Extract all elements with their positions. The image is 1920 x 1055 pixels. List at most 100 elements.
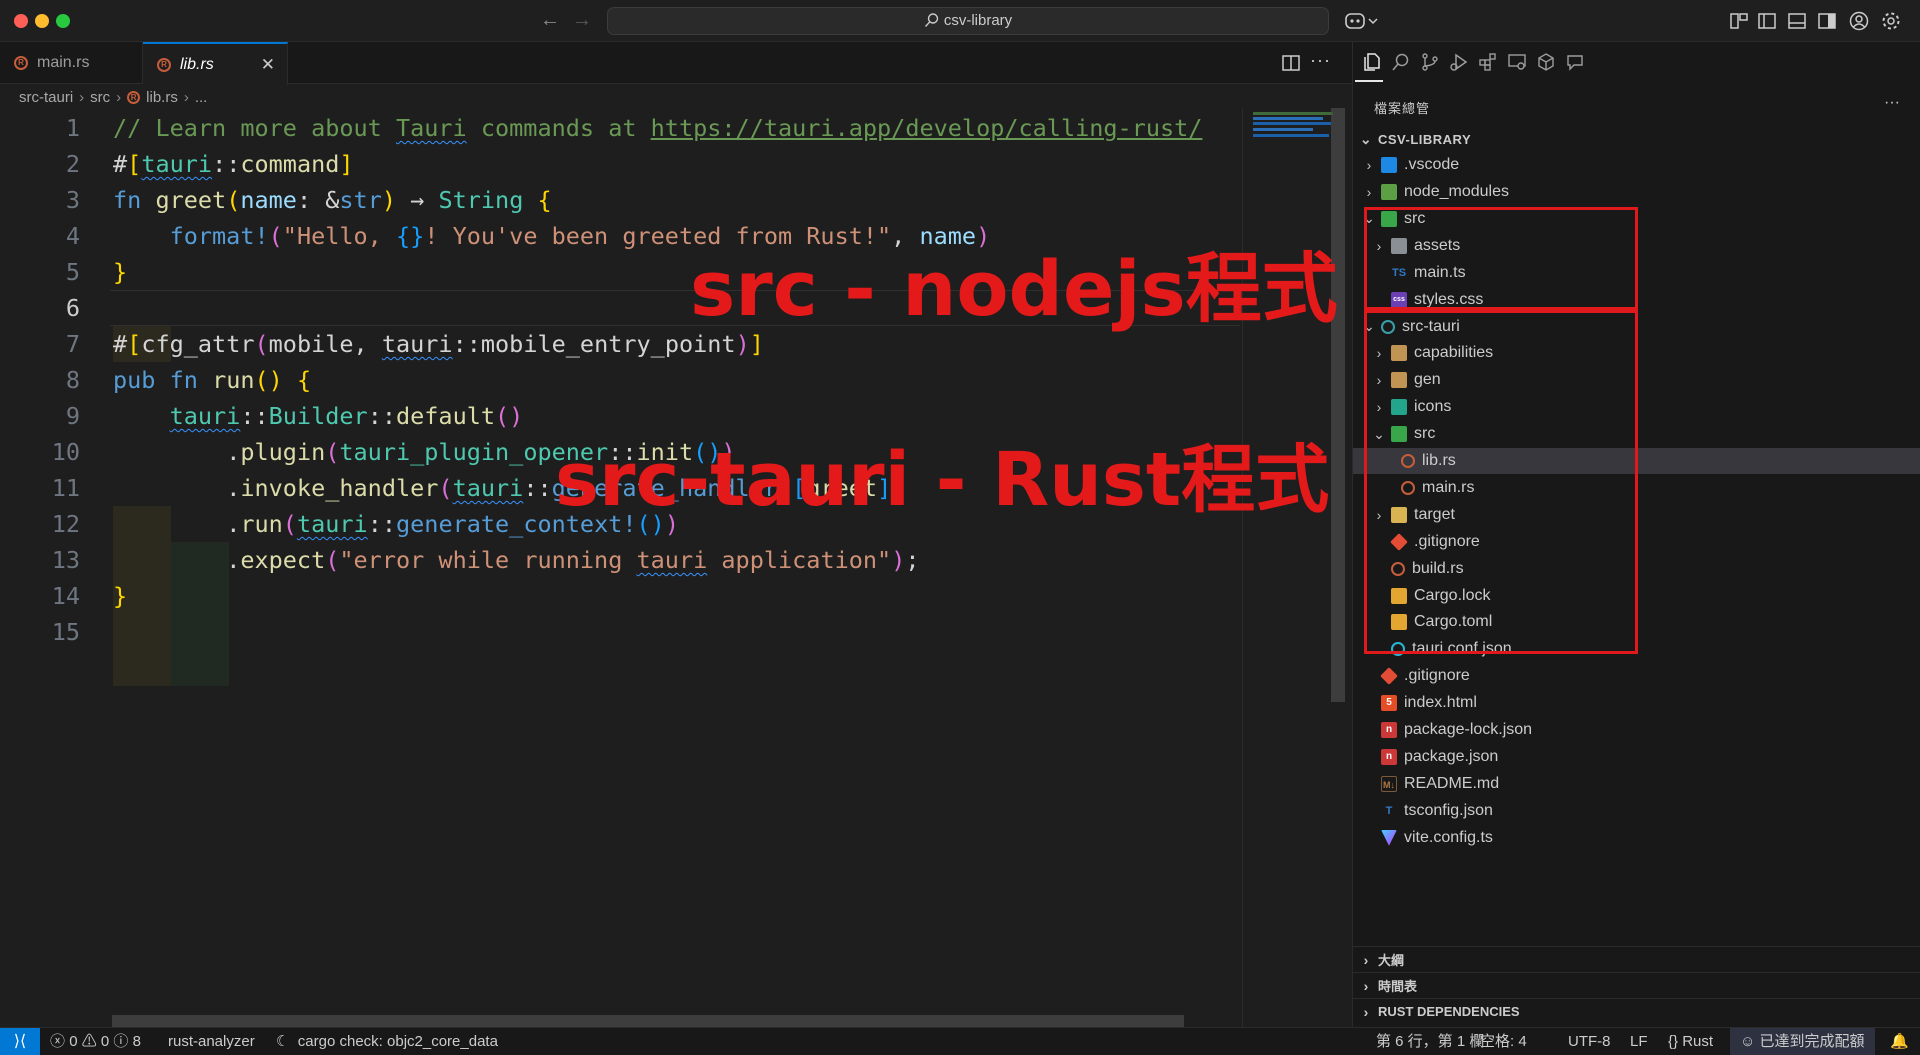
copilot-icon[interactable]: [1344, 9, 1380, 33]
status-bar: ⟩⟨ ⓧ 0 ⚠ 0 ⓘ 8 rust-analyzer ☾ cargo che…: [0, 1027, 1920, 1055]
toggle-secondary-sidebar-icon[interactable]: [1816, 10, 1838, 32]
tree-item-label: package.json: [1404, 747, 1499, 765]
gear-icon[interactable]: [1880, 10, 1902, 32]
chevron-right-icon: ›: [79, 88, 85, 106]
line-number: 7: [65, 330, 80, 358]
file-item[interactable]: n package-lock.json: [1353, 717, 1920, 743]
line-number: 13: [51, 546, 80, 574]
warning-count: 0: [100, 1033, 110, 1050]
more-actions-icon[interactable]: ···: [1884, 94, 1900, 112]
problems-indicator[interactable]: ⓧ 0 ⚠ 0 ⓘ 8: [50, 1028, 141, 1055]
account-icon[interactable]: [1848, 10, 1870, 32]
indent-guide: [113, 650, 171, 686]
folder-item[interactable]: › .vscode: [1353, 152, 1920, 178]
eol-setting[interactable]: LF: [1630, 1028, 1648, 1055]
forward-arrow-icon[interactable]: →: [572, 9, 592, 32]
chevron-right-icon: ›: [1366, 184, 1372, 201]
language-label: Rust: [1682, 1033, 1714, 1050]
line-number: 14: [51, 582, 80, 610]
info-icon: ⓘ: [113, 1033, 129, 1050]
explorer-root-label: CSV-LIBRARY: [1378, 131, 1472, 147]
remote-indicator-icon[interactable]: ⟩⟨: [0, 1028, 40, 1055]
breadcrumb-item[interactable]: lib.rs: [146, 89, 178, 106]
maximize-window-button[interactable]: [56, 14, 70, 28]
breadcrumb-item[interactable]: src: [90, 89, 110, 106]
source-control-icon[interactable]: [1419, 51, 1441, 73]
chevron-right-icon: ›: [116, 88, 122, 106]
tree-item-label: index.html: [1404, 694, 1477, 712]
code-line: tauri::Builder::default(): [169, 402, 524, 430]
file-item[interactable]: n package.json: [1353, 744, 1920, 770]
language-mode[interactable]: {} Rust: [1668, 1028, 1713, 1055]
code-line: #[tauri::command]: [113, 150, 354, 178]
more-actions-icon[interactable]: ···: [1310, 50, 1331, 71]
tab-label: lib.rs: [180, 55, 214, 73]
file-item[interactable]: .gitignore: [1353, 663, 1920, 689]
extensions-icon[interactable]: [1477, 51, 1499, 73]
explorer-icon[interactable]: [1361, 51, 1383, 73]
node-folder-icon: [1381, 184, 1397, 201]
remote-explorer-icon[interactable]: [1506, 51, 1528, 73]
horizontal-scrollbar[interactable]: [112, 1015, 1184, 1027]
close-window-button[interactable]: [14, 14, 28, 28]
timeline-section[interactable]: › 時間表: [1353, 972, 1920, 998]
explorer-root[interactable]: ⌄ CSV-LIBRARY: [1353, 126, 1920, 152]
indent-guide: [113, 614, 171, 650]
containers-icon[interactable]: [1535, 51, 1557, 73]
split-editor-icon[interactable]: [1281, 53, 1301, 73]
code-line: pub fn run() {: [113, 366, 312, 394]
breadcrumb-item[interactable]: ...: [195, 89, 208, 106]
back-arrow-icon[interactable]: ←: [540, 9, 560, 32]
task-status[interactable]: ☾ cargo check: objc2_core_data: [276, 1028, 498, 1055]
file-item[interactable]: Ttsconfig.json: [1353, 798, 1920, 824]
chat-icon[interactable]: [1564, 51, 1586, 73]
outline-section[interactable]: › 大綱: [1353, 946, 1920, 972]
task-label: cargo check: objc2_core_data: [297, 1033, 498, 1050]
file-item[interactable]: vite.config.ts: [1353, 825, 1920, 851]
file-item[interactable]: 5 index.html: [1353, 690, 1920, 716]
toggle-primary-sidebar-icon[interactable]: [1756, 10, 1778, 32]
code-line: .expect("error while running tauri appli…: [226, 546, 920, 574]
cursor-position[interactable]: 第 6 行，第 1 欄: [1376, 1028, 1484, 1055]
editor-tab-bar: R main.rs R lib.rs ✕: [0, 42, 1352, 85]
run-debug-icon[interactable]: [1448, 51, 1470, 73]
spinner-icon: ☾: [276, 1033, 290, 1050]
tree-item-label: tsconfig.json: [1404, 801, 1493, 819]
close-icon[interactable]: ✕: [261, 55, 275, 75]
file-item[interactable]: M↓ README.md: [1353, 771, 1920, 797]
explorer-title: 檔案總管: [1374, 101, 1431, 116]
indent-guide: [171, 614, 229, 650]
minimize-window-button[interactable]: [35, 14, 49, 28]
tab-lib-rs[interactable]: R lib.rs ✕: [143, 42, 288, 85]
copilot-quota-status[interactable]: ☺ 已達到完成配額: [1730, 1028, 1875, 1055]
npm-icon: n: [1381, 722, 1397, 739]
indentation-setting[interactable]: 空格: 4: [1480, 1028, 1527, 1055]
command-center-search[interactable]: csv-library: [607, 7, 1329, 35]
line-number: 1: [65, 114, 80, 142]
notifications-bell-icon[interactable]: 🔔: [1890, 1028, 1909, 1055]
encoding-setting[interactable]: UTF-8: [1568, 1028, 1611, 1055]
line-number: 5: [65, 258, 80, 286]
activity-bar: [1352, 42, 1920, 86]
folder-item[interactable]: › node_modules: [1353, 179, 1920, 205]
breadcrumb-item[interactable]: src-tauri: [19, 89, 73, 106]
section-label: 大綱: [1378, 953, 1405, 968]
customize-layout-icon[interactable]: [1728, 10, 1750, 32]
language-server-status[interactable]: rust-analyzer: [168, 1028, 255, 1055]
copilot-icon: ☺: [1740, 1033, 1756, 1050]
search-icon[interactable]: [1390, 51, 1412, 73]
rust-dependencies-section[interactable]: › RUST DEPENDENCIES: [1353, 998, 1920, 1024]
section-label: 時間表: [1378, 979, 1418, 994]
toggle-panel-icon[interactable]: [1786, 10, 1808, 32]
line-number: 8: [65, 366, 80, 394]
tree-item-label: README.md: [1404, 774, 1500, 792]
line-number: 11: [51, 474, 80, 502]
tab-main-rs[interactable]: R main.rs: [0, 42, 143, 84]
error-icon: ⓧ: [50, 1033, 66, 1050]
vertical-scrollbar[interactable]: [1331, 108, 1345, 702]
line-number: 2: [65, 150, 80, 178]
annotation-src-tauri-box: [1364, 310, 1638, 654]
line-number: 9: [65, 402, 80, 430]
tree-item-label: .vscode: [1404, 156, 1460, 174]
code-line: // Learn more about Tauri commands at ht…: [113, 114, 1203, 142]
